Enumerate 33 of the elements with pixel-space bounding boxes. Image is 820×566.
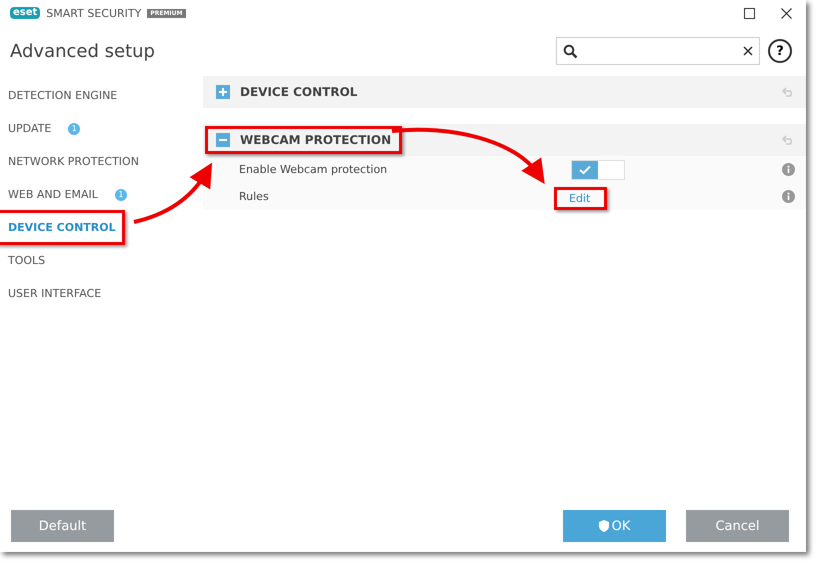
setting-label: Enable Webcam protection <box>238 163 388 176</box>
sidebar-item[interactable]: NETWORK PROTECTION <box>0 144 148 179</box>
search-field[interactable] <box>556 37 760 65</box>
sidebar-item[interactable]: DETECTION ENGINE <box>0 78 126 113</box>
section-header[interactable]: DEVICE CONTROL <box>203 76 806 108</box>
sidebar-item[interactable]: WEB AND EMAIL <box>0 177 107 212</box>
info-icon[interactable] <box>782 190 795 203</box>
search-icon <box>563 44 578 58</box>
setting-label: Rules <box>238 190 270 203</box>
toggle-switch[interactable] <box>571 160 625 180</box>
sidebar-item[interactable]: DEVICE CONTROL <box>0 210 125 245</box>
check-icon <box>579 164 591 174</box>
expand-icon[interactable] <box>216 85 230 99</box>
page-title: Advanced setup <box>10 40 155 62</box>
section-title: WEBCAM PROTECTION <box>240 133 392 147</box>
shield-icon <box>598 520 609 532</box>
clear-icon[interactable] <box>743 46 753 56</box>
notification-badge: 1 <box>68 122 80 134</box>
product-name: SMART SECURITY <box>46 6 142 20</box>
revert-icon[interactable] <box>782 135 794 145</box>
close-icon[interactable] <box>781 8 792 18</box>
eset-logo: eset <box>10 7 40 19</box>
help-button[interactable]: ? <box>768 39 792 63</box>
collapse-icon[interactable] <box>216 133 230 147</box>
section-header[interactable]: WEBCAM PROTECTION <box>203 124 806 156</box>
maximize-icon[interactable] <box>744 8 755 18</box>
section-title: DEVICE CONTROL <box>240 85 358 99</box>
sidebar-item[interactable]: TOOLS <box>0 243 54 278</box>
revert-icon[interactable] <box>782 87 794 97</box>
sidebar-item[interactable]: UPDATE <box>0 111 60 146</box>
notification-badge: 1 <box>114 188 127 200</box>
sidebar-item[interactable]: USER INTERFACE <box>0 276 110 311</box>
info-icon[interactable] <box>782 163 795 176</box>
